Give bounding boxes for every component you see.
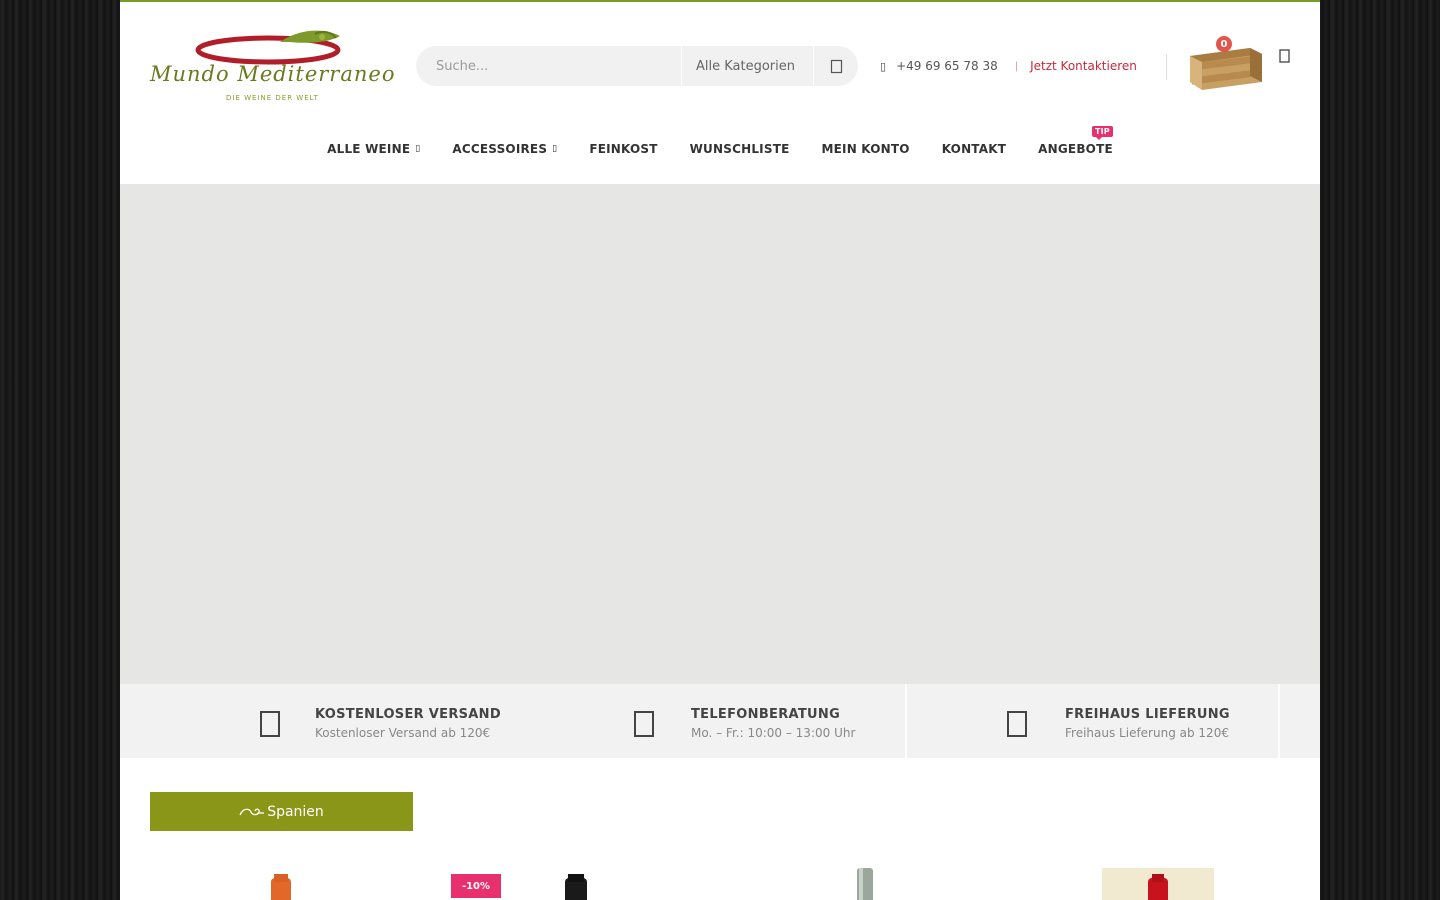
logo-tagline: DIE WEINE DER WELT [226, 94, 319, 102]
cart-count-badge: 0 [1216, 36, 1232, 52]
product-card[interactable] [835, 866, 895, 900]
truck-icon [260, 711, 280, 737]
hero-slider[interactable] [120, 184, 1320, 684]
feature-title: KOSTENLOSER VERSAND [315, 707, 501, 722]
nav-item-kontakt[interactable]: KONTAKT [942, 142, 1006, 156]
feature-divider [1278, 684, 1280, 758]
search-button[interactable] [814, 46, 858, 86]
page-container: Mundo Mediterraneo DIE WEINE DER WELT Al… [120, 0, 1320, 900]
nav-item-label: KONTAKT [941, 142, 1007, 156]
nav-item-alle-weine[interactable]: ALLE WEINE ▯ [327, 142, 420, 156]
phone-icon: ▯ [880, 59, 887, 73]
features-bar: KOSTENLOSER VERSAND Kostenloser Versand … [120, 684, 1320, 758]
nav-item-label: ACCESSOIRES [452, 142, 548, 156]
wine-bottle-image [857, 868, 873, 900]
feature-title: FREIHAUS LIEFERUNG [1065, 707, 1230, 722]
discount-badge: -10% [451, 874, 501, 898]
main-navigation: ALLE WEINE ▯ ACCESSOIRES ▯ FEINKOST WUNS… [120, 126, 1320, 156]
wine-bottle-image [1102, 868, 1214, 900]
nav-item-mein-konto[interactable]: MEIN KONTO [821, 142, 909, 156]
nav-item-label: ANGEBOTE [1038, 142, 1113, 156]
cart-button[interactable]: 0 [1188, 36, 1264, 94]
nav-item-angebote[interactable]: ANGEBOTE TIP [1038, 126, 1113, 156]
product-card[interactable] [545, 866, 605, 900]
phone-icon [634, 711, 654, 737]
search-icon [830, 59, 842, 73]
nav-item-feinkost[interactable]: FEINKOST [589, 142, 657, 156]
contact-separator: | [1014, 60, 1019, 72]
swirl-ornament-icon [239, 808, 265, 815]
nav-item-label: ALLE WEINE [327, 142, 411, 156]
chevron-down-icon: ▯ [415, 144, 421, 154]
feature-subtitle: Freihaus Lieferung ab 120€ [1065, 726, 1229, 740]
nav-item-wunschliste[interactable]: WUNSCHLISTE [690, 142, 790, 156]
wine-bottle-image [565, 874, 587, 900]
feature-free-shipping: KOSTENLOSER VERSAND Kostenloser Versand … [120, 684, 530, 758]
phone-number[interactable]: +49 69 65 78 38 [896, 59, 998, 73]
contact-link[interactable]: Jetzt Kontaktieren [1030, 59, 1137, 73]
site-logo[interactable]: Mundo Mediterraneo DIE WEINE DER WELT [150, 28, 402, 108]
tip-badge: TIP [1091, 126, 1113, 140]
header-contact: ▯ +49 69 65 78 38 | Jetzt Kontaktieren [880, 59, 1137, 73]
feature-subtitle: Mo. – Fr.: 10:00 – 13:00 Uhr [691, 726, 856, 740]
feature-phone-advice: TELEFONBERATUNG Mo. – Fr.: 10:00 – 13:00… [530, 684, 906, 758]
nav-item-label: WUNSCHLISTE [689, 142, 790, 156]
category-tab-spanien[interactable]: Spanien [150, 792, 413, 831]
product-card[interactable] [1102, 866, 1214, 900]
home-delivery-icon [1007, 711, 1027, 737]
nav-item-accessoires[interactable]: ACCESSOIRES ▯ [452, 142, 557, 156]
feature-subtitle: Kostenloser Versand ab 120€ [315, 726, 491, 740]
nav-item-label: FEINKOST [589, 142, 658, 156]
header-divider [1166, 54, 1167, 80]
account-icon[interactable] [1277, 46, 1293, 66]
feature-title: TELEFONBERATUNG [691, 707, 841, 722]
logo-wordmark: Mundo Mediterraneo [150, 62, 396, 86]
wine-bottle-image [271, 874, 291, 900]
feature-home-delivery: FREIHAUS LIEFERUNG Freihaus Lieferung ab… [907, 684, 1279, 758]
chevron-down-icon: ▯ [552, 144, 558, 154]
nav-item-label: MEIN KONTO [821, 142, 910, 156]
category-tab-label: Spanien [267, 803, 324, 820]
search-bar: Alle Kategorien [416, 46, 858, 86]
search-input[interactable] [416, 46, 681, 86]
category-select[interactable]: Alle Kategorien [681, 46, 814, 86]
product-card[interactable] [250, 866, 310, 900]
